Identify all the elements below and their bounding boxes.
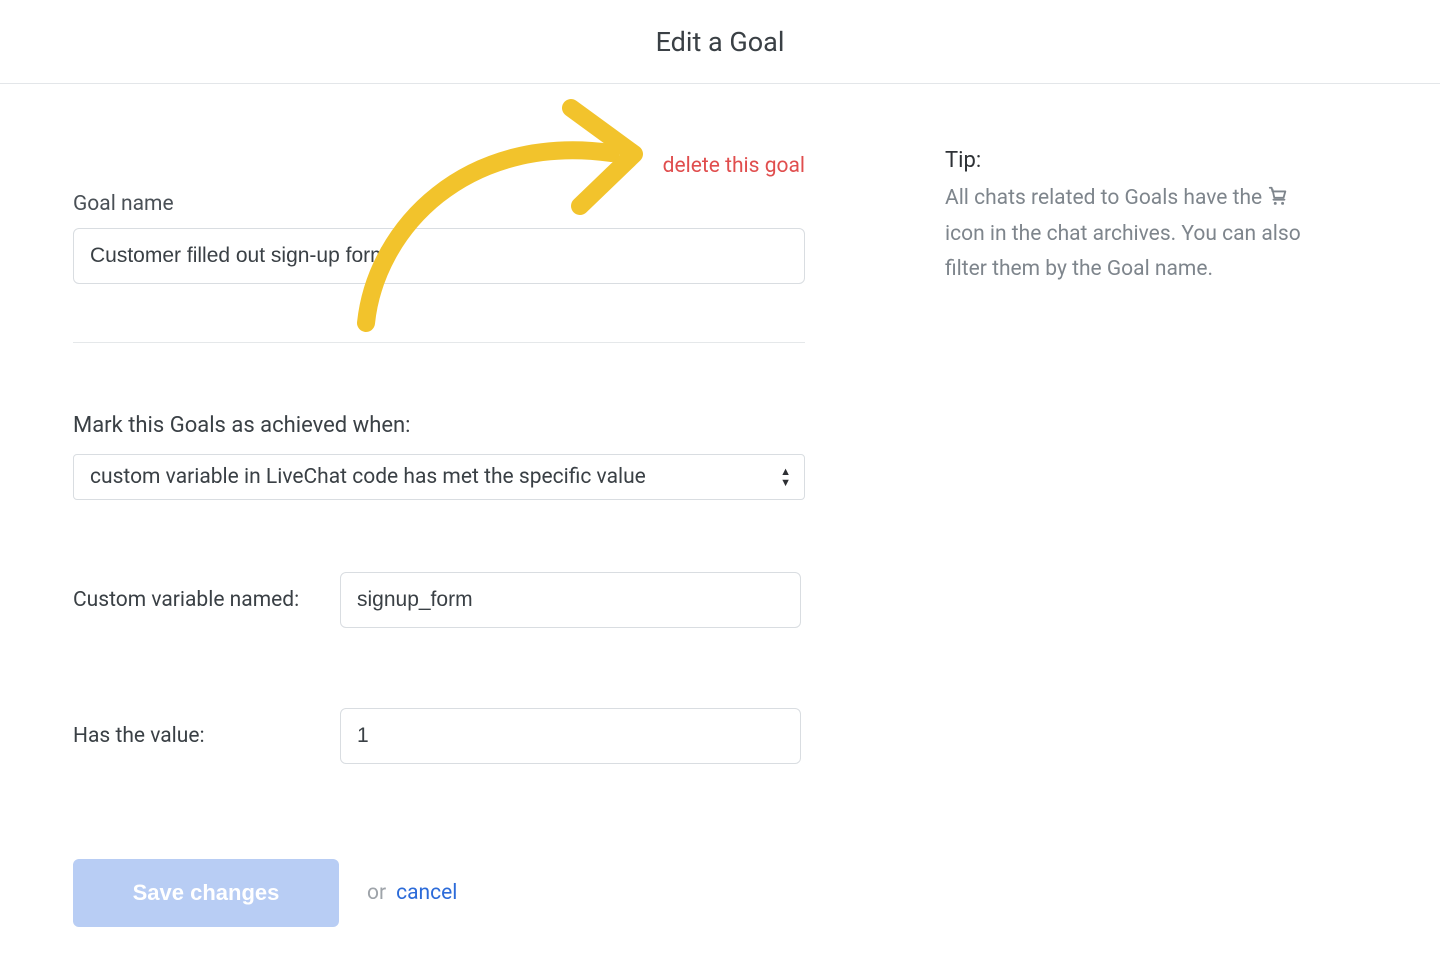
goal-form: delete this goal Goal name Mark this Goa… — [73, 142, 805, 927]
achieved-when-select[interactable]: custom variable in LiveChat code has met… — [73, 454, 805, 500]
shopping-cart-icon — [1267, 184, 1289, 206]
tip-body: All chats related to Goals have the icon… — [945, 181, 1305, 288]
delete-goal-link[interactable]: delete this goal — [663, 154, 805, 178]
custom-variable-label: Custom variable named: — [73, 588, 340, 612]
save-changes-button[interactable]: Save changes — [73, 859, 339, 927]
tip-text-before: All chats related to Goals have the — [945, 186, 1267, 210]
cancel-link[interactable]: cancel — [396, 881, 457, 905]
page-title: Edit a Goal — [656, 26, 785, 58]
tip-heading: Tip: — [945, 148, 1305, 173]
tip-text-after: icon in the chat archives. You can also … — [945, 222, 1301, 282]
has-value-input[interactable] — [340, 708, 801, 764]
goal-name-label: Goal name — [73, 192, 805, 216]
form-divider — [73, 342, 805, 343]
achieved-when-label: Mark this Goals as achieved when: — [73, 413, 805, 438]
custom-variable-input[interactable] — [340, 572, 801, 628]
tip-sidebar: Tip: All chats related to Goals have the… — [945, 142, 1305, 927]
or-text: or — [367, 881, 386, 905]
page-header: Edit a Goal — [0, 0, 1440, 84]
has-value-label: Has the value: — [73, 724, 340, 748]
goal-name-input[interactable] — [73, 228, 805, 284]
